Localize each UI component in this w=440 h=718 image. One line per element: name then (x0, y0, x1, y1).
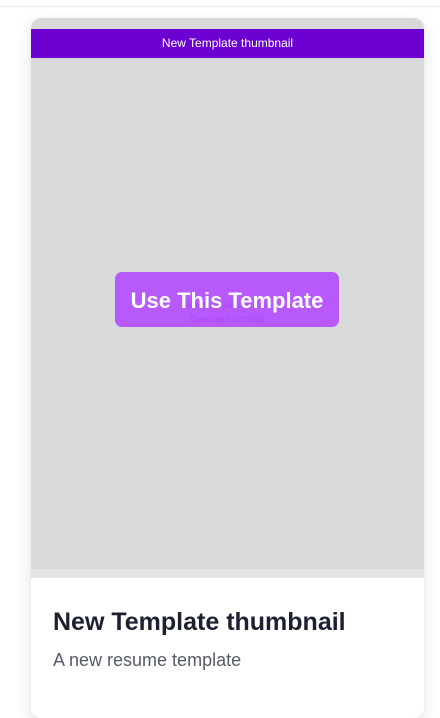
top-divider (0, 0, 440, 7)
use-template-button[interactable]: Use This Template (115, 272, 339, 327)
template-card[interactable]: New Template thumbnail New Template thum… (31, 18, 424, 718)
template-thumbnail[interactable]: New Template thumbnail New Template thum… (31, 18, 424, 578)
template-description: A new resume template (53, 650, 242, 670)
thumbnail-bottom-strip (31, 569, 424, 578)
template-title: New Template thumbnail (53, 608, 346, 636)
thumbnail-header: New Template thumbnail (31, 29, 424, 58)
